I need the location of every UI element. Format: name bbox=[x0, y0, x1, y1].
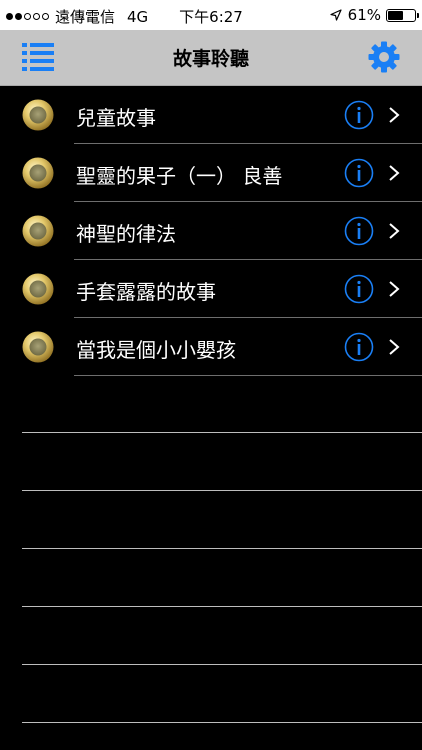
settings-button[interactable] bbox=[368, 41, 400, 73]
chevron-right-icon bbox=[389, 339, 400, 355]
empty-row-divider bbox=[22, 664, 422, 665]
battery-fill bbox=[388, 10, 403, 20]
info-icon[interactable] bbox=[344, 158, 374, 188]
list-item[interactable]: 當我是個小小嬰孩 bbox=[0, 318, 422, 376]
navigation-bar: 故事聆聽 bbox=[0, 30, 422, 86]
empty-row-divider bbox=[22, 548, 422, 549]
row-divider bbox=[74, 375, 422, 376]
status-right: 61% bbox=[330, 6, 419, 24]
battery-icon bbox=[386, 8, 419, 22]
story-title: 神聖的律法 bbox=[76, 222, 176, 246]
audio-disc-icon bbox=[22, 331, 54, 363]
audio-disc-icon bbox=[22, 273, 54, 305]
list-item[interactable]: 神聖的律法 bbox=[0, 202, 422, 260]
status-bar: 遠傳電信 4G 下午6:27 61% bbox=[0, 0, 422, 30]
story-title: 當我是個小小嬰孩 bbox=[76, 338, 236, 362]
info-icon[interactable] bbox=[344, 216, 374, 246]
page-title: 故事聆聽 bbox=[172, 48, 249, 70]
story-list: 兒童故事 聖靈的果子（一） 良善 神聖的律法 手套露露的故事 當我是個小小嬰孩 bbox=[0, 86, 422, 376]
list-item[interactable]: 手套露露的故事 bbox=[0, 260, 422, 318]
list-item[interactable]: 聖靈的果子（一） 良善 bbox=[0, 144, 422, 202]
gear-icon bbox=[368, 41, 400, 73]
empty-row-divider bbox=[22, 606, 422, 607]
audio-disc-icon bbox=[22, 215, 54, 247]
chevron-right-icon bbox=[389, 281, 400, 297]
chevron-right-icon bbox=[389, 223, 400, 239]
info-icon[interactable] bbox=[344, 332, 374, 362]
info-icon[interactable] bbox=[344, 100, 374, 130]
chevron-right-icon bbox=[389, 107, 400, 123]
story-title: 兒童故事 bbox=[76, 106, 156, 130]
story-title: 聖靈的果子（一） 良善 bbox=[76, 164, 283, 188]
battery-percent: 61% bbox=[347, 6, 381, 24]
battery-nub bbox=[417, 12, 419, 18]
chevron-right-icon bbox=[389, 165, 400, 181]
audio-disc-icon bbox=[22, 99, 54, 131]
info-icon[interactable] bbox=[344, 274, 374, 304]
empty-row-divider bbox=[22, 432, 422, 433]
app-screen: 遠傳電信 4G 下午6:27 61% 故事聆聽 兒童故事 聖靈的果子（一） 良善… bbox=[0, 0, 422, 750]
empty-row-divider bbox=[22, 722, 422, 723]
empty-row-divider bbox=[22, 490, 422, 491]
list-item[interactable]: 兒童故事 bbox=[0, 86, 422, 144]
audio-disc-icon bbox=[22, 157, 54, 189]
story-title: 手套露露的故事 bbox=[76, 280, 216, 304]
location-arrow-icon bbox=[330, 9, 342, 21]
